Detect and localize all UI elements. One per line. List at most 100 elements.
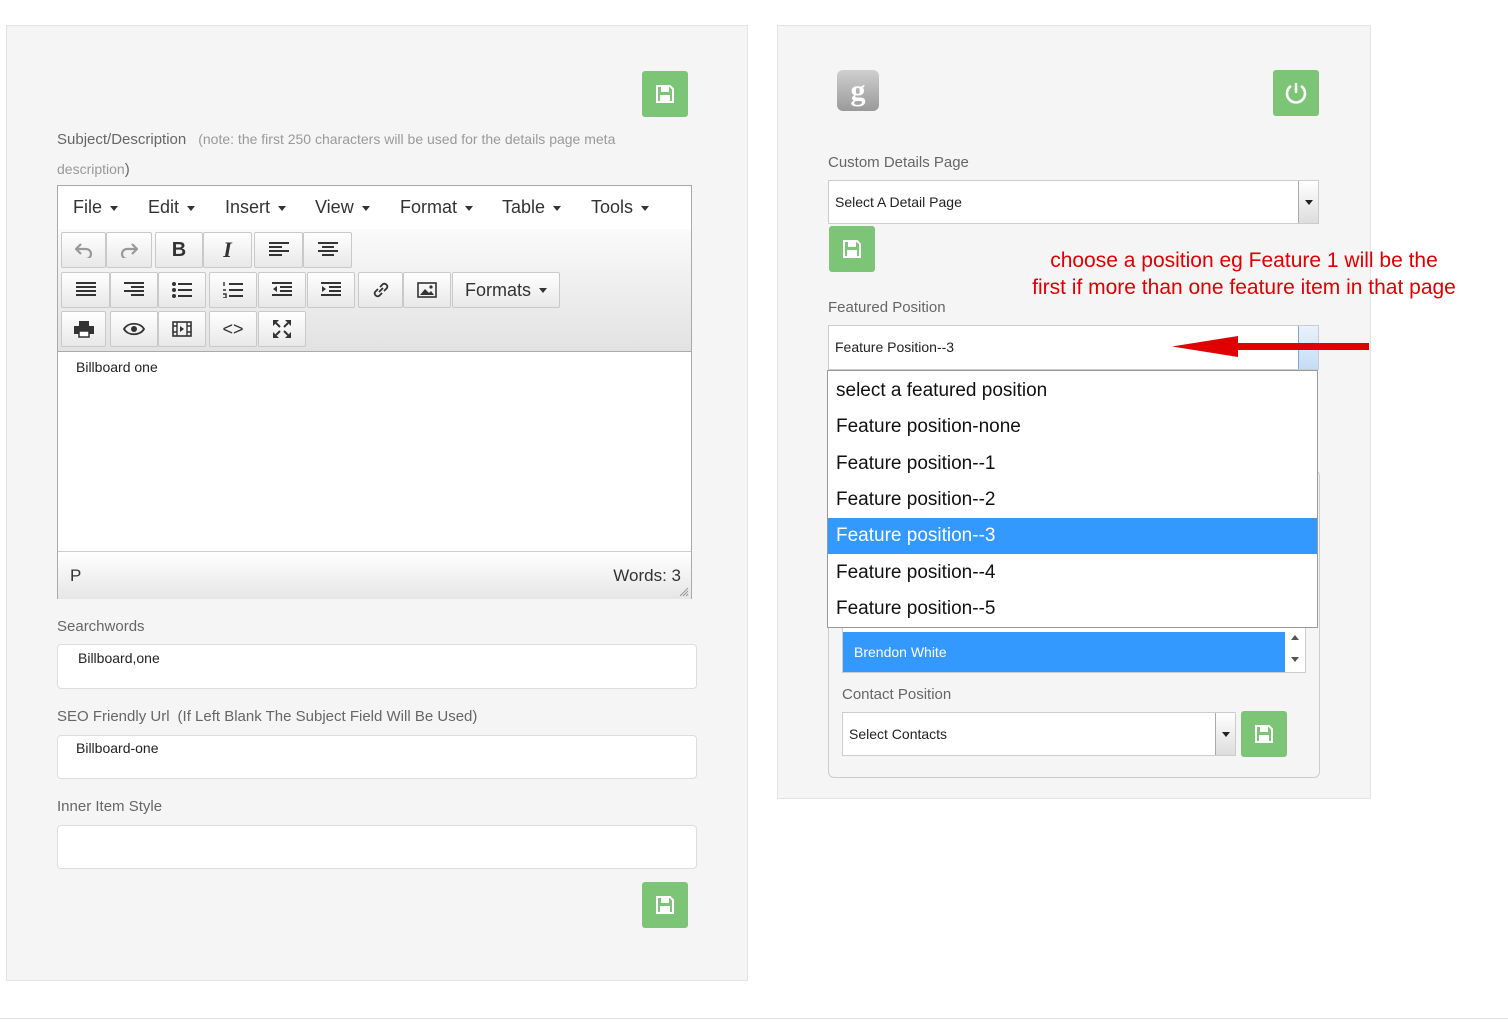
annotation-arrow-icon xyxy=(1172,336,1369,357)
redo-button[interactable] xyxy=(106,232,152,268)
menu-format[interactable]: Format xyxy=(400,197,474,218)
option-position-4[interactable]: Feature position--4 xyxy=(828,555,1317,591)
menu-table[interactable]: Table xyxy=(502,197,562,218)
scroll-up-icon[interactable] xyxy=(1291,635,1299,640)
contact-position-select[interactable]: Select Contacts xyxy=(842,712,1236,756)
custom-details-selected: Select A Detail Page xyxy=(835,194,962,210)
insert-image-button[interactable] xyxy=(403,272,451,308)
indent-icon xyxy=(321,282,341,296)
menu-tools[interactable]: Tools xyxy=(591,197,650,218)
align-right-icon xyxy=(124,282,144,296)
option-position-3[interactable]: Feature position--3 xyxy=(828,518,1317,554)
seo-url-label: SEO Friendly Url xyxy=(57,708,170,725)
insert-media-button[interactable] xyxy=(158,311,206,347)
outdent-button[interactable] xyxy=(258,272,306,308)
menu-edit-label: Edit xyxy=(148,197,180,217)
save-contact-button[interactable] xyxy=(1241,711,1287,757)
custom-details-label: Custom Details Page xyxy=(828,154,969,171)
rich-text-editor: File Edit Insert View Format Table Tools… xyxy=(57,185,692,599)
inner-item-style-input[interactable] xyxy=(57,825,697,869)
contact-position-selected: Select Contacts xyxy=(849,726,948,742)
google-plus-icon[interactable]: g xyxy=(837,70,879,111)
numbered-list-button[interactable] xyxy=(209,272,257,308)
menu-tools-label: Tools xyxy=(591,197,634,217)
caret-icon xyxy=(110,205,119,211)
caret-icon xyxy=(539,287,547,293)
menu-view[interactable]: View xyxy=(315,197,370,218)
fullscreen-button[interactable] xyxy=(258,311,306,347)
subject-note-paren: ) xyxy=(124,161,130,178)
custom-details-select[interactable]: Select A Detail Page xyxy=(828,180,1319,224)
editor-statusbar: P Words: 3 xyxy=(58,551,691,599)
floppy-icon xyxy=(843,240,861,258)
italic-icon: I xyxy=(223,237,232,262)
menu-file[interactable]: File xyxy=(73,197,119,218)
save-details-page-button[interactable] xyxy=(829,226,875,272)
caret-icon xyxy=(187,205,196,211)
italic-button[interactable]: I xyxy=(203,232,252,268)
bullet-list-button[interactable] xyxy=(158,272,206,308)
caret-icon xyxy=(278,205,287,211)
subject-note-word: description xyxy=(57,161,125,177)
bottom-divider xyxy=(0,1018,1508,1019)
bold-button[interactable]: B xyxy=(155,232,203,268)
numbered-list-icon xyxy=(223,282,243,298)
align-left-icon xyxy=(268,242,289,256)
subject-label-line: Subject/Description (note: the first 250 … xyxy=(57,131,615,148)
annotation-line1: choose a position eg Feature 1 will be t… xyxy=(1050,249,1438,272)
power-icon xyxy=(1285,83,1307,104)
option-select-featured[interactable]: select a featured position xyxy=(828,373,1317,409)
menu-insert[interactable]: Insert xyxy=(225,197,287,218)
source-code-button[interactable]: <> xyxy=(209,311,257,347)
word-count: Words: 3 xyxy=(613,566,681,585)
insert-link-button[interactable] xyxy=(358,272,403,308)
align-justify-button[interactable] xyxy=(61,272,110,308)
menu-view-label: View xyxy=(315,197,354,217)
editor-toolbar: B I Formats <> xyxy=(58,229,691,352)
caret-icon xyxy=(641,205,650,211)
featured-position-label: Featured Position xyxy=(828,299,946,316)
subject-note: (note: the first 250 characters will be … xyxy=(198,131,616,147)
align-left-button[interactable] xyxy=(254,232,303,268)
save-button-bottom[interactable] xyxy=(642,882,688,928)
option-position-1[interactable]: Feature position--1 xyxy=(828,446,1317,482)
menu-format-label: Format xyxy=(400,197,458,217)
dropdown-arrow xyxy=(1215,713,1235,755)
align-center-button[interactable] xyxy=(303,232,352,268)
print-icon xyxy=(73,321,94,338)
preview-button[interactable] xyxy=(110,311,158,347)
subject-label: Subject/Description xyxy=(57,131,187,148)
element-path[interactable]: P xyxy=(70,566,81,586)
floppy-icon xyxy=(1255,725,1273,743)
inner-item-style-label: Inner Item Style xyxy=(57,798,163,815)
menu-edit[interactable]: Edit xyxy=(148,197,196,218)
option-position-5[interactable]: Feature position--5 xyxy=(828,591,1317,627)
formats-dropdown[interactable]: Formats xyxy=(452,272,560,308)
outdent-icon xyxy=(272,282,292,296)
power-button[interactable] xyxy=(1273,70,1319,116)
option-position-2[interactable]: Feature position--2 xyxy=(828,482,1317,518)
undo-button[interactable] xyxy=(61,232,106,268)
chevron-down-icon xyxy=(1221,731,1230,737)
contact-list-scrollbar[interactable] xyxy=(1285,629,1305,672)
resize-handle-icon[interactable] xyxy=(679,587,689,597)
undo-icon xyxy=(74,243,92,258)
code-icon: <> xyxy=(222,318,244,339)
seo-url-input[interactable]: Billboard-one xyxy=(57,735,697,779)
scroll-down-icon[interactable] xyxy=(1291,657,1299,662)
annotation-text: choose a position eg Feature 1 will be t… xyxy=(1020,247,1468,301)
seo-url-note: (If Left Blank The Subject Field Will Be… xyxy=(177,708,478,725)
option-none[interactable]: Feature position-none xyxy=(828,409,1317,445)
caret-icon xyxy=(361,205,370,211)
contact-item-selected[interactable]: Brendon White xyxy=(843,632,1285,672)
subject-note-line2: description) xyxy=(57,161,130,178)
align-right-button[interactable] xyxy=(110,272,158,308)
seo-url-label-line: SEO Friendly Url (If Left Blank The Subje… xyxy=(57,708,477,725)
searchwords-input[interactable]: Billboard,one xyxy=(57,644,697,689)
bold-icon: B xyxy=(171,238,187,261)
indent-button[interactable] xyxy=(307,272,355,308)
print-button[interactable] xyxy=(61,311,106,347)
save-button-top[interactable] xyxy=(642,71,688,117)
floppy-icon xyxy=(656,85,674,103)
editor-content[interactable]: Billboard one xyxy=(76,359,158,375)
